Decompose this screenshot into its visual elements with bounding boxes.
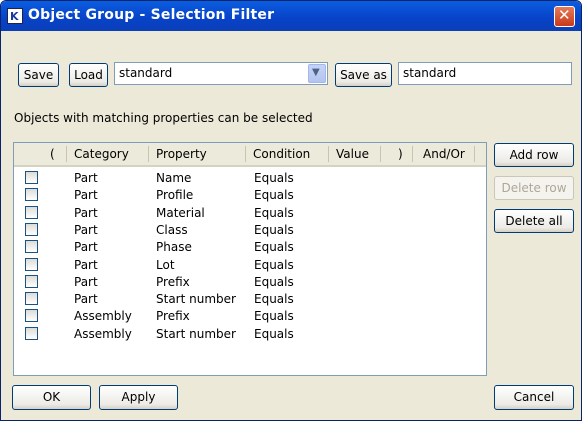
hint-text: Objects with matching properties can be …	[14, 111, 313, 125]
close-icon: ✕	[558, 6, 571, 24]
save-as-button[interactable]: Save as	[335, 63, 392, 87]
row-checkbox[interactable]	[25, 326, 38, 340]
cell-category[interactable]: Part	[74, 257, 98, 273]
row-checkbox[interactable]	[25, 274, 38, 288]
row-checkbox[interactable]	[25, 257, 38, 271]
cell-condition[interactable]: Equals	[254, 326, 294, 342]
row-checkbox[interactable]	[25, 309, 38, 323]
cell-condition[interactable]: Equals	[254, 170, 294, 186]
dialog-window: K Object Group - Selection Filter ✕ Save…	[0, 0, 582, 421]
cell-category[interactable]: Part	[74, 274, 98, 290]
cell-property[interactable]: Material	[156, 205, 205, 221]
cell-property[interactable]: Prefix	[156, 274, 190, 290]
cell-condition[interactable]: Equals	[254, 205, 294, 221]
cell-category[interactable]: Part	[74, 187, 98, 203]
save-as-input[interactable]: standard	[398, 62, 572, 85]
cell-category[interactable]: Part	[74, 205, 98, 221]
filter-grid: ( Category Property Condition Value ) An…	[13, 142, 487, 376]
header-close-paren[interactable]: )	[398, 147, 403, 161]
delete-row-button[interactable]: Delete row	[494, 176, 574, 200]
load-button[interactable]: Load	[69, 63, 108, 87]
preset-select[interactable]: standard ▼	[114, 62, 328, 85]
header-condition[interactable]: Condition	[253, 147, 310, 161]
ok-button[interactable]: OK	[12, 385, 91, 410]
cell-property[interactable]: Lot	[156, 257, 175, 273]
row-checkbox[interactable]	[25, 205, 38, 219]
cell-property[interactable]: Profile	[156, 187, 193, 203]
table-row[interactable]: Part Profile Equals	[14, 187, 486, 204]
save-button[interactable]: Save	[18, 63, 59, 87]
cell-condition[interactable]: Equals	[254, 187, 294, 203]
table-row[interactable]: Assembly Start number Equals	[14, 326, 486, 343]
cell-category[interactable]: Assembly	[74, 326, 132, 342]
add-row-button[interactable]: Add row	[494, 143, 574, 167]
header-category[interactable]: Category	[74, 147, 129, 161]
cell-property[interactable]: Start number	[156, 291, 236, 307]
cell-category[interactable]: Part	[74, 291, 98, 307]
cell-category[interactable]: Part	[74, 239, 98, 255]
row-checkbox[interactable]	[25, 222, 38, 236]
header-value[interactable]: Value	[336, 147, 369, 161]
grid-header: ( Category Property Condition Value ) An…	[14, 143, 486, 167]
row-checkbox[interactable]	[25, 171, 38, 184]
cell-condition[interactable]: Equals	[254, 257, 294, 273]
app-icon: K	[7, 8, 23, 24]
cell-condition[interactable]: Equals	[254, 274, 294, 290]
close-button[interactable]: ✕	[554, 6, 575, 27]
table-row[interactable]: Part Prefix Equals	[14, 274, 486, 291]
preset-select-value: standard	[119, 66, 173, 80]
chevron-down-icon[interactable]: ▼	[308, 64, 326, 83]
header-and-or[interactable]: And/Or	[423, 147, 465, 161]
header-property[interactable]: Property	[156, 147, 207, 161]
table-row[interactable]: Part Phase Equals	[14, 239, 486, 256]
table-row[interactable]: Part Name Equals	[14, 170, 486, 187]
title-bar[interactable]: K Object Group - Selection Filter ✕	[1, 1, 581, 31]
header-open-paren[interactable]: (	[50, 147, 55, 161]
cell-condition[interactable]: Equals	[254, 291, 294, 307]
table-row[interactable]: Part Start number Equals	[14, 291, 486, 308]
apply-button[interactable]: Apply	[99, 385, 178, 410]
cell-property[interactable]: Name	[156, 170, 191, 186]
window-title: Object Group - Selection Filter	[28, 7, 275, 23]
cell-property[interactable]: Start number	[156, 326, 236, 342]
row-checkbox[interactable]	[25, 188, 38, 202]
table-row[interactable]: Assembly Prefix Equals	[14, 308, 486, 325]
cell-category[interactable]: Part	[74, 222, 98, 238]
table-row[interactable]: Part Material Equals	[14, 205, 486, 222]
cell-property[interactable]: Phase	[156, 239, 192, 255]
cell-property[interactable]: Class	[156, 222, 188, 238]
row-checkbox[interactable]	[25, 240, 38, 254]
cancel-button[interactable]: Cancel	[494, 385, 574, 410]
cell-condition[interactable]: Equals	[254, 308, 294, 324]
cell-property[interactable]: Prefix	[156, 308, 190, 324]
row-checkbox[interactable]	[25, 292, 38, 306]
cell-category[interactable]: Assembly	[74, 308, 132, 324]
cell-category[interactable]: Part	[74, 170, 98, 186]
cell-condition[interactable]: Equals	[254, 239, 294, 255]
table-row[interactable]: Part Lot Equals	[14, 257, 486, 274]
cell-condition[interactable]: Equals	[254, 222, 294, 238]
table-row[interactable]: Part Class Equals	[14, 222, 486, 239]
delete-all-button[interactable]: Delete all	[494, 209, 574, 233]
